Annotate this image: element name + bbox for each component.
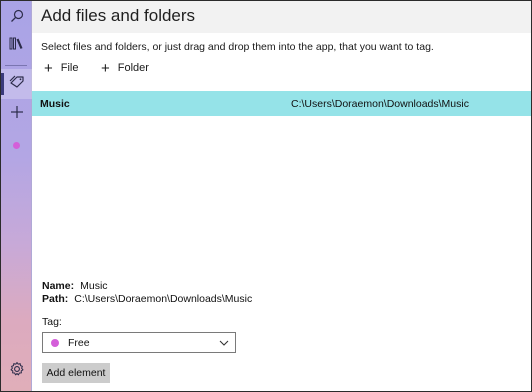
list-item[interactable]: Music C:\Users\Doraemon\Downloads\Music (32, 91, 531, 116)
name-label: Name: (42, 280, 75, 292)
chevron-down-icon (219, 336, 229, 354)
instructions-text: Select files and folders, or just drag a… (41, 41, 434, 53)
add-folder-button[interactable]: + Folder (101, 59, 149, 77)
path-value: C:\Users\Doraemon\Downloads\Music (74, 293, 253, 305)
tag-select[interactable]: Free (42, 332, 236, 353)
path-label: Path: (42, 293, 69, 305)
plus-icon (10, 105, 24, 124)
add-file-button[interactable]: + File (44, 59, 79, 77)
library-icon (9, 37, 24, 55)
sidebar-divider (5, 65, 27, 66)
app-window: Add files and folders Select files and f… (0, 0, 532, 392)
page-title: Add files and folders (41, 6, 196, 25)
add-element-button[interactable]: Add element (42, 363, 110, 383)
detail-path: Path: C:\Users\Doraemon\Downloads\Music (42, 293, 252, 305)
search-icon (10, 9, 24, 28)
list-item-name: Music (40, 97, 70, 110)
sidebar-item-library[interactable] (1, 31, 32, 61)
tag-icon (9, 75, 25, 94)
sidebar-item-search[interactable] (1, 3, 32, 33)
add-folder-label: Folder (117, 62, 149, 74)
list-item-path: C:\Users\Doraemon\Downloads\Music (291, 97, 469, 110)
tag-color-dot-icon (13, 141, 20, 149)
tag-label: Tag: (42, 316, 62, 328)
add-file-label: File (60, 62, 79, 74)
tag-select-value: Free (68, 336, 90, 349)
tag-color-dot-icon (51, 339, 59, 347)
page-header: Add files and folders (32, 1, 531, 33)
sidebar-item-free-tag[interactable] (1, 130, 32, 160)
name-value: Music (80, 280, 108, 292)
detail-name: Name: Music (42, 280, 108, 292)
plus-icon: + (44, 59, 53, 77)
sidebar (1, 1, 32, 391)
sidebar-item-tags[interactable] (1, 69, 32, 99)
plus-icon: + (101, 59, 110, 77)
gear-icon (9, 361, 25, 382)
sidebar-item-add[interactable] (1, 99, 32, 129)
sidebar-item-settings[interactable] (1, 356, 32, 386)
